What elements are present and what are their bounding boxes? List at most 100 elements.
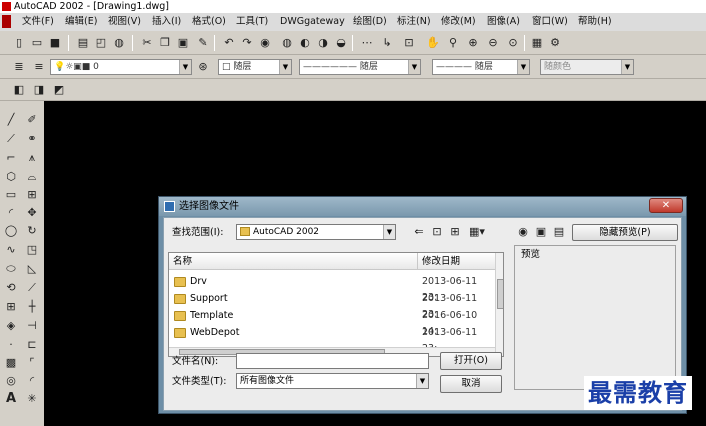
ucs-icon[interactable]: ↳ (380, 36, 394, 50)
menu-tools[interactable]: 工具(T) (236, 13, 268, 31)
zoom-realtime-icon[interactable]: ⚲ (446, 36, 460, 50)
insert-block-icon[interactable]: ⟲ (3, 280, 19, 296)
lookin-select[interactable]: AutoCAD 2002 ▼ (236, 224, 396, 240)
ellipse-icon[interactable]: ⬭ (3, 261, 19, 277)
construction-line-icon[interactable]: ⟋ (3, 131, 19, 147)
arc-icon[interactable]: ◜ (3, 205, 19, 221)
menu-edit[interactable]: 编辑(E) (65, 13, 97, 31)
column-header-name[interactable]: 名称 (169, 253, 418, 270)
array-icon[interactable]: ⊞ (24, 187, 40, 203)
menu-window[interactable]: 窗口(W) (532, 13, 568, 31)
layer-previous-icon[interactable]: ≡ (32, 60, 46, 74)
spline-icon[interactable]: ∿ (3, 242, 19, 258)
offset-icon[interactable]: ⌓ (24, 169, 40, 185)
search-web-icon[interactable]: ◉ (516, 225, 530, 239)
region-icon[interactable]: ◈ (3, 318, 19, 334)
plotstyle-combo[interactable]: 随颜色 ▼ (540, 59, 634, 75)
zoom-window-icon[interactable]: ⊕ (466, 36, 480, 50)
break-icon[interactable]: ⊏ (24, 337, 40, 353)
move-icon[interactable]: ✥ (24, 205, 40, 221)
folder-tools-icon[interactable]: ▣ (534, 225, 548, 239)
circle-icon[interactable]: ◯ (3, 223, 19, 239)
globe-icon[interactable]: ◍ (280, 36, 294, 50)
lineweight-combo[interactable]: ———— 随层 ▼ (432, 59, 530, 75)
match-properties-icon[interactable]: ✎ (196, 36, 210, 50)
toolpalette-icon[interactable]: ⚙ (548, 36, 562, 50)
menu-help[interactable]: 帮助(H) (578, 13, 612, 31)
stretch-icon[interactable]: ◺ (24, 261, 40, 277)
print-icon[interactable]: ▤ (76, 36, 90, 50)
zoom-previous-icon[interactable]: ⊖ (486, 36, 500, 50)
make-current-layer-icon[interactable]: ⊛ (196, 60, 210, 74)
chevron-down-icon[interactable]: ▼ (517, 60, 529, 74)
redo-icon[interactable]: ↷ (240, 36, 254, 50)
back-icon[interactable]: ⇐ (412, 225, 426, 239)
distance-icon[interactable]: ⊡ (402, 36, 416, 50)
trim-icon[interactable]: ┼ (24, 299, 40, 315)
vertical-scrollbar[interactable] (495, 253, 503, 356)
rotate-icon[interactable]: ↻ (24, 223, 40, 239)
make-block-icon[interactable]: ⊞ (3, 299, 19, 315)
color-combo[interactable]: □ 随层 ▼ (218, 59, 292, 75)
list-item[interactable]: Template 2016-06-10 14: (169, 308, 495, 337)
menu-draw[interactable]: 绘图(D) (353, 13, 387, 31)
snap-icon[interactable]: ⋯ (360, 36, 374, 50)
views-menu-icon[interactable]: ▦▾ (466, 225, 488, 239)
new-folder-icon[interactable]: ⊞ (448, 225, 462, 239)
dialog-title-bar[interactable]: 选择图像文件 ✕ (159, 197, 686, 216)
copy-icon[interactable]: ❐ (158, 36, 172, 50)
favorites-icon[interactable]: ▤ (552, 225, 566, 239)
menu-insert[interactable]: 插入(I) (152, 13, 181, 31)
explode-icon[interactable]: ✳ (24, 391, 40, 407)
scrollbar-thumb[interactable] (497, 279, 503, 309)
chevron-down-icon[interactable]: ▼ (179, 60, 191, 74)
hyperlink-icon[interactable]: ◉ (258, 36, 272, 50)
paste-icon[interactable]: ▣ (176, 36, 190, 50)
hide-preview-button[interactable]: 隐藏预览(P) (572, 224, 678, 241)
menu-image[interactable]: 图像(A) (487, 13, 520, 31)
chevron-down-icon[interactable]: ▼ (383, 225, 395, 239)
chevron-down-icon[interactable]: ▼ (416, 374, 428, 388)
lengthen-icon[interactable]: ⟋ (24, 280, 40, 296)
save-icon[interactable]: ■ (48, 36, 62, 50)
undo-icon[interactable]: ↶ (222, 36, 236, 50)
layer-combo[interactable]: 💡☼▣■ 0 ▼ (50, 59, 192, 75)
list-item[interactable]: WebDepot 2013-06-11 23: (169, 325, 495, 354)
menu-dwggateway[interactable]: DWGgateway (280, 13, 345, 31)
chamfer-icon[interactable]: ⌜ (24, 355, 40, 371)
chevron-down-icon[interactable]: ▼ (279, 60, 291, 74)
pan-icon[interactable]: ✋ (426, 36, 440, 50)
open-icon[interactable]: ▭ (30, 36, 44, 50)
new-icon[interactable]: ▯ (12, 36, 26, 50)
mirror-icon[interactable]: ⩚ (24, 150, 40, 166)
menu-view[interactable]: 视图(V) (108, 13, 141, 31)
open-button[interactable]: 打开(O) (440, 352, 502, 370)
fillet-icon[interactable]: ◜ (24, 373, 40, 389)
rectangle-icon[interactable]: ▭ (3, 187, 19, 203)
text-icon[interactable]: A (3, 391, 19, 407)
cut-icon[interactable]: ✂ (140, 36, 154, 50)
point-icon[interactable]: · (3, 337, 19, 353)
column-header-date[interactable]: 修改日期 (418, 253, 496, 270)
dbconnect-icon[interactable]: ◑ (316, 36, 330, 50)
scale-icon[interactable]: ◳ (24, 242, 40, 258)
dwg-save-icon[interactable]: ◨ (32, 83, 46, 97)
layer-manager-icon[interactable]: ≣ (12, 60, 26, 74)
print-preview-icon[interactable]: ◰ (94, 36, 108, 50)
filename-input[interactable] (236, 353, 429, 369)
chevron-down-icon[interactable]: ▼ (621, 60, 633, 74)
copy-object-icon[interactable]: ⚭ (24, 131, 40, 147)
file-list[interactable]: 名称 修改日期 Drv 2013-06-11 23: Support 2013-… (168, 252, 504, 357)
extend-icon[interactable]: ⊣ (24, 318, 40, 334)
menu-dimension[interactable]: 标注(N) (397, 13, 431, 31)
dwg-export-icon[interactable]: ◩ (52, 83, 66, 97)
erase-icon[interactable]: ✐ (24, 112, 40, 128)
close-button[interactable]: ✕ (649, 198, 683, 213)
linetype-combo[interactable]: —————— 随层 ▼ (299, 59, 421, 75)
list-item[interactable]: Support 2013-06-11 23: (169, 291, 495, 320)
dwg-open-icon[interactable]: ◧ (12, 83, 26, 97)
up-folder-icon[interactable]: ⊡ (430, 225, 444, 239)
properties-icon[interactable]: ▦ (530, 36, 544, 50)
list-item[interactable]: Drv 2013-06-11 23: (169, 274, 495, 303)
polygon-icon[interactable]: ⬡ (3, 169, 19, 185)
